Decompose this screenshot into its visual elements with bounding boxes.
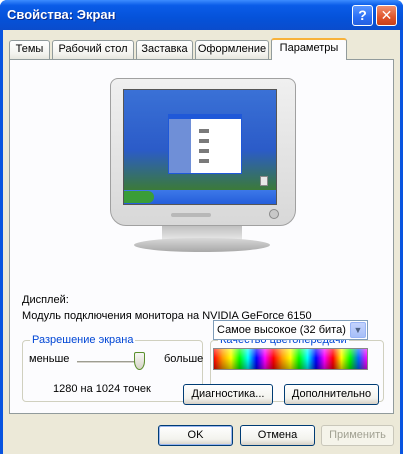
tab-themes[interactable]: Темы bbox=[9, 40, 50, 59]
power-button-icon bbox=[269, 209, 279, 219]
preview-taskbar bbox=[124, 190, 276, 204]
preview-window bbox=[168, 114, 242, 174]
color-spectrum-preview bbox=[213, 348, 368, 370]
cancel-button[interactable]: Отмена bbox=[240, 425, 315, 446]
resolution-more-label: больше bbox=[164, 353, 204, 365]
monitor-stand bbox=[134, 238, 270, 252]
title-bar[interactable]: Свойства: Экран ? ✕ bbox=[0, 0, 403, 30]
tab-settings[interactable]: Параметры bbox=[271, 38, 347, 60]
color-quality-selected: Самое высокое (32 бита) bbox=[217, 324, 346, 336]
recycle-bin-icon bbox=[260, 176, 268, 186]
apply-button[interactable]: Применить bbox=[321, 425, 394, 446]
color-quality-select[interactable]: Самое высокое (32 бита) ▼ bbox=[213, 320, 368, 340]
window-title: Свойства: Экран bbox=[7, 7, 116, 22]
ok-button[interactable]: OK bbox=[158, 425, 233, 446]
screen-resolution-legend: Разрешение экрана bbox=[30, 334, 136, 346]
chevron-down-icon[interactable]: ▼ bbox=[350, 322, 366, 338]
advanced-button[interactable]: Дополнительно bbox=[284, 384, 379, 405]
resolution-less-label: меньше bbox=[29, 353, 70, 365]
tab-appearance[interactable]: Оформление bbox=[195, 40, 269, 59]
tab-desktop[interactable]: Рабочий стол bbox=[52, 40, 134, 59]
monitor-screen bbox=[123, 89, 277, 205]
resolution-slider-thumb[interactable] bbox=[134, 352, 145, 370]
resolution-slider-track[interactable] bbox=[77, 361, 141, 364]
display-properties-window: Свойства: Экран ? ✕ Темы Рабочий стол За… bbox=[0, 0, 403, 454]
dialog-client-area: Темы Рабочий стол Заставка Оформление Па… bbox=[3, 30, 400, 454]
help-icon: ? bbox=[358, 7, 367, 23]
tab-screensaver[interactable]: Заставка bbox=[136, 40, 193, 59]
start-button-icon bbox=[124, 191, 154, 203]
display-label: Дисплей: bbox=[22, 294, 69, 306]
help-button[interactable]: ? bbox=[352, 5, 373, 26]
troubleshoot-button[interactable]: Диагностика... bbox=[183, 384, 273, 405]
monitor-preview bbox=[110, 78, 296, 226]
resolution-value: 1280 на 1024 точек bbox=[53, 383, 151, 395]
screen-resolution-group: Разрешение экрана меньше больше 1280 на … bbox=[22, 334, 204, 402]
close-button[interactable]: ✕ bbox=[376, 5, 397, 26]
close-icon: ✕ bbox=[380, 7, 393, 23]
